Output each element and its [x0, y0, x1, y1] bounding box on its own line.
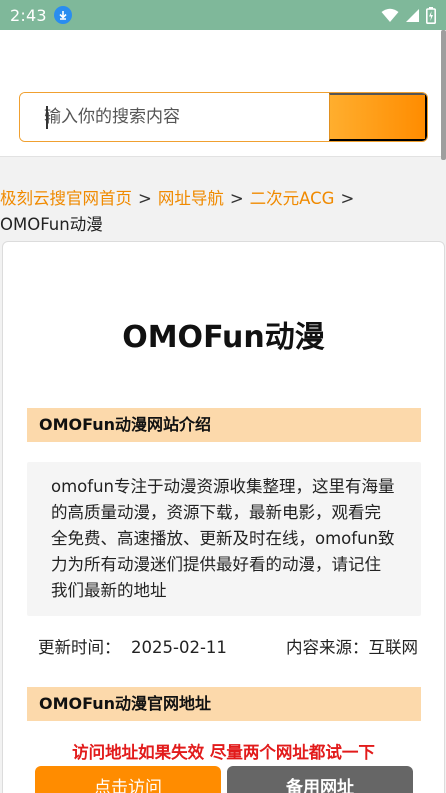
intro-text: omofun专注于动漫资源收集整理，这里有海量的高质量动漫，资源下载，最新电影，… — [51, 477, 395, 600]
page-title: OMOFun动漫 — [122, 320, 325, 355]
visit-button[interactable]: 点击访问 — [35, 766, 221, 793]
update-date: 2025-02-11 — [131, 638, 227, 657]
intro-heading: OMOFun动漫网站介绍 — [27, 408, 421, 442]
battery-icon — [426, 6, 436, 24]
breadcrumb: 极刻云搜官网首页 > 网址导航 > 二次元ACG > OMOFun动漫 — [0, 186, 400, 238]
content-card: OMOFun动漫 OMOFun动漫网站介绍 omofun专注于动漫资源收集整理，… — [2, 241, 445, 793]
breadcrumb-separator: > — [229, 189, 244, 208]
search-box — [19, 92, 428, 142]
search-input[interactable] — [20, 93, 329, 141]
breadcrumb-separator: > — [138, 189, 152, 208]
breadcrumb-separator: > — [340, 189, 355, 208]
header — [0, 30, 446, 157]
intro-box: omofun专注于动漫资源收集整理，这里有海量的高质量动漫，资源下载，最新电影，… — [27, 462, 421, 616]
update-label: 更新时间： — [38, 638, 121, 657]
backup-url-button[interactable]: 备用网址 — [227, 766, 413, 793]
status-time: 2:43 — [10, 5, 47, 25]
breadcrumb-current: OMOFun动漫 — [0, 215, 103, 234]
status-bar: 2:43 — [0, 0, 446, 30]
scrollbar[interactable] — [441, 30, 446, 160]
meta-row: 更新时间： 2025-02-11 内容来源：互联网 — [38, 634, 418, 658]
wifi-icon — [381, 8, 399, 22]
source-label: 内容来源： — [286, 638, 369, 657]
breadcrumb-home-link[interactable]: 极刻云搜官网首页 — [0, 189, 132, 208]
source-value: 互联网 — [368, 638, 419, 657]
text-caret — [46, 106, 48, 129]
breadcrumb-acg-link[interactable]: 二次元ACG — [250, 189, 335, 208]
warning-text: 访问地址如果失效 尽量两个网址都试一下 — [72, 743, 375, 762]
source-info: 内容来源：互联网 — [286, 634, 418, 658]
breadcrumb-nav-link[interactable]: 网址导航 — [158, 189, 224, 208]
update-info: 更新时间： 2025-02-11 — [38, 634, 227, 658]
signal-icon — [406, 8, 419, 22]
url-heading: OMOFun动漫官网地址 — [27, 687, 421, 721]
status-icons — [381, 6, 436, 24]
download-icon — [53, 6, 72, 24]
search-button[interactable] — [329, 93, 427, 141]
